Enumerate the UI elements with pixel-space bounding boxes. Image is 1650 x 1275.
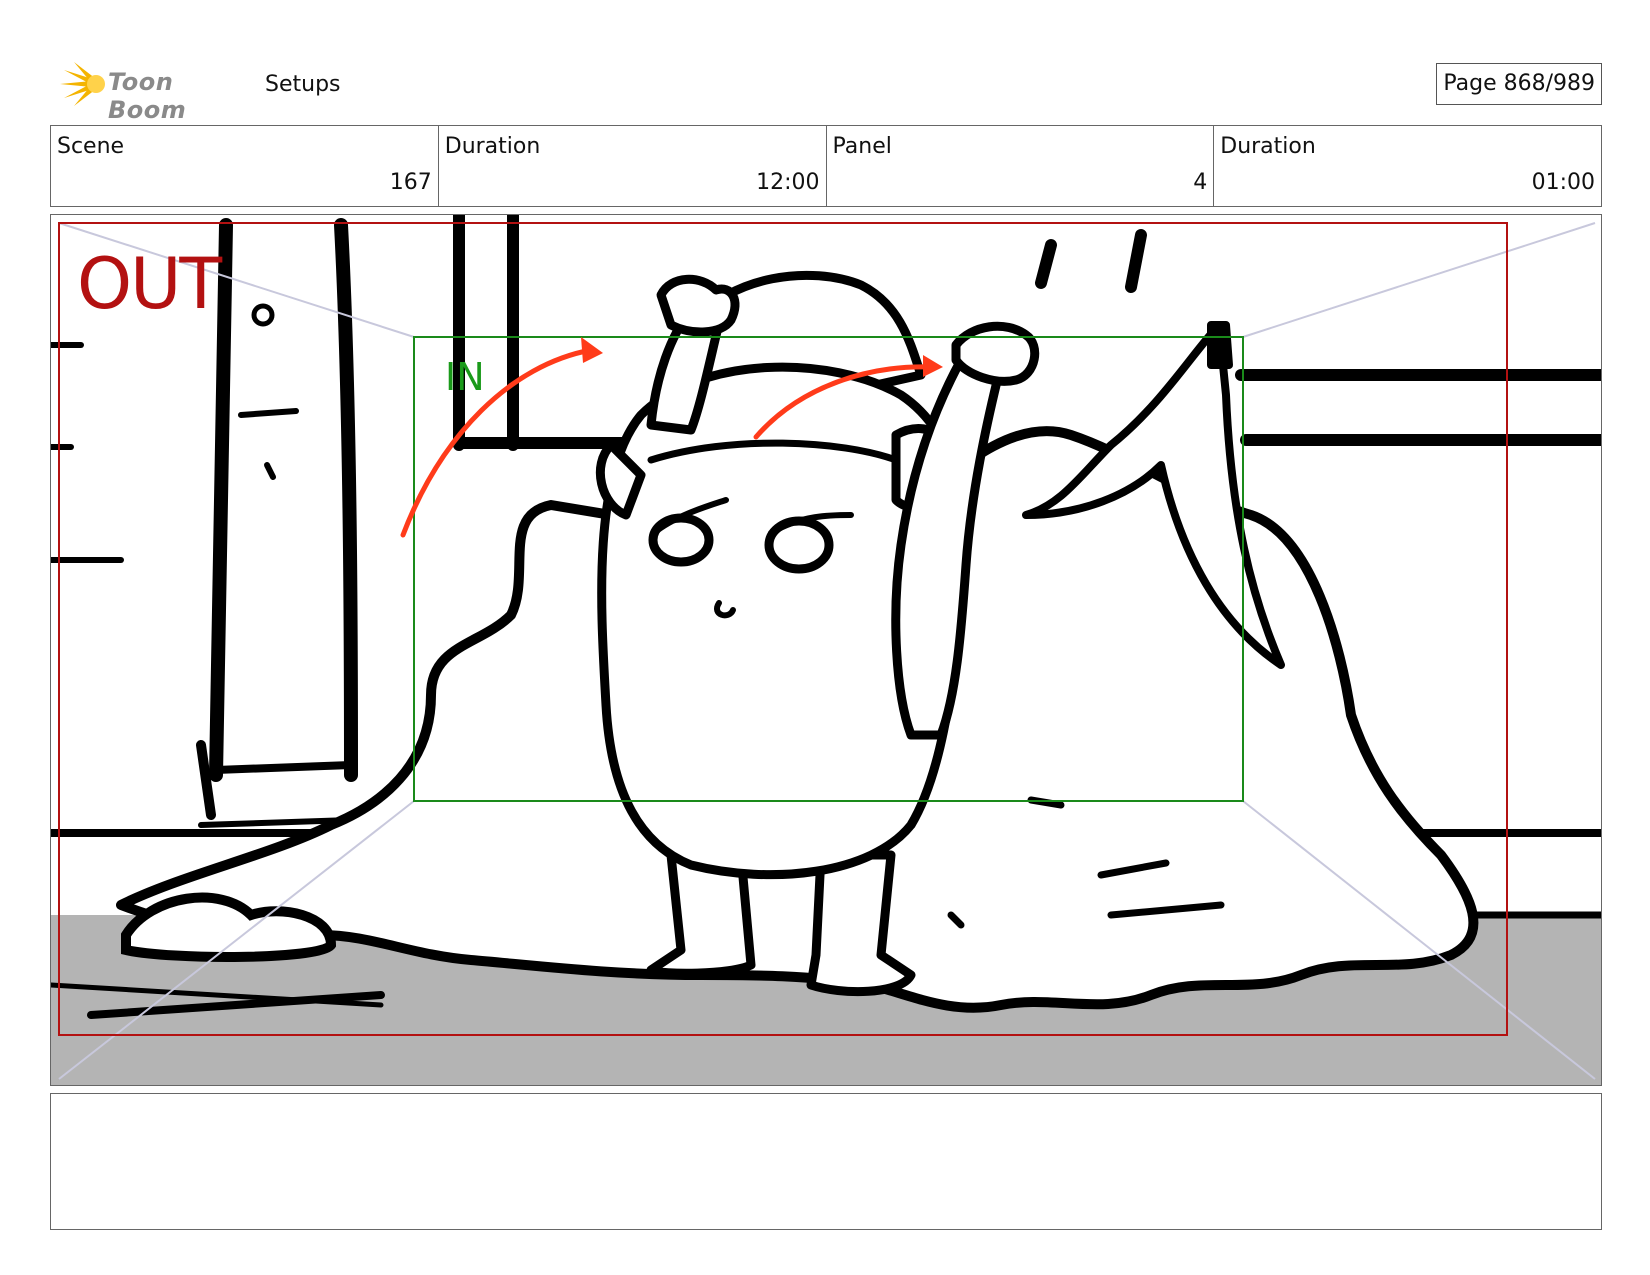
in-label: IN <box>445 355 485 399</box>
storyboard-panel-image: OUT IN <box>50 214 1602 1086</box>
toon-boom-logo: Toon Boom <box>50 58 250 124</box>
scene-duration-cell: Duration 12:00 <box>439 126 827 206</box>
scene-value: 167 <box>389 170 432 195</box>
panel-notes-area <box>50 1093 1602 1230</box>
panel-info-table: Scene 167 Duration 12:00 Panel 4 Duratio… <box>50 125 1602 207</box>
panel-drawing <box>51 215 1601 1085</box>
page-header: Toon Boom Setups Page 868/989 <box>50 58 1602 124</box>
scene-duration-label: Duration <box>444 134 541 159</box>
panel-duration-label: Duration <box>1220 134 1316 159</box>
starburst-icon <box>60 62 105 106</box>
panel-label: Panel <box>832 134 892 159</box>
section-title: Setups <box>265 72 341 97</box>
panel-duration-value: 01:00 <box>1531 170 1595 195</box>
page-counter: Page 868/989 <box>1436 63 1602 105</box>
panel-cell: Panel 4 <box>827 126 1215 206</box>
window <box>453 215 1601 451</box>
panel-value: 4 <box>1193 170 1208 195</box>
scene-duration-value: 12:00 <box>756 170 820 195</box>
logo-text: Toon Boom <box>108 68 187 124</box>
scene-cell: Scene 167 <box>51 126 439 206</box>
out-label: OUT <box>77 243 222 325</box>
panel-duration-cell: Duration 01:00 <box>1214 126 1601 206</box>
scene-label: Scene <box>57 134 125 159</box>
